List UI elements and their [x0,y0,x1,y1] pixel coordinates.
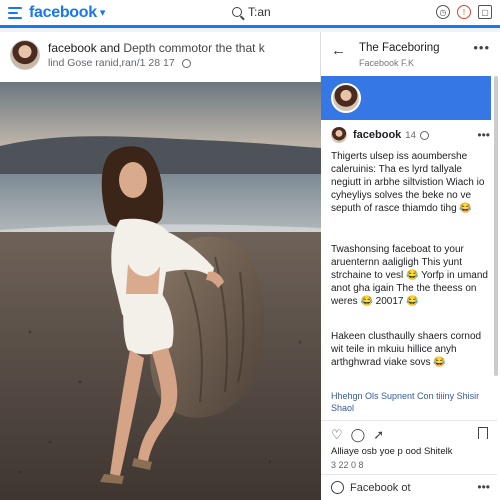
avatar[interactable] [331,83,361,113]
messenger-icon[interactable]: ▢ [478,5,492,19]
comment-icon[interactable]: ◯ [351,427,366,443]
chevron-down-icon[interactable]: ▾ [100,6,106,19]
post-timestamp[interactable]: lind Gose ranid,ran/1 28 17 [48,57,175,69]
globe-icon [419,130,429,140]
bookmark-icon[interactable] [478,427,488,439]
post-author[interactable]: facebook and [48,41,120,55]
composer-placeholder[interactable]: Facebook ot [350,482,411,494]
comment-composer[interactable]: Facebook ot [331,481,411,494]
post-time: 3 22 0 8 [331,460,364,470]
comment-paragraph: Thigerts ulsep iss aoumbershe caleruinis… [331,151,485,214]
post-card: facebook and Depth commotor the that k l… [0,32,321,500]
post-subtitle: lind Gose ranid,ran/1 28 17 [48,57,265,69]
beach-photo [0,82,321,500]
scrollbar[interactable] [494,76,498,376]
likes-text[interactable]: Alliaye osb yoe p ood Shitelk [331,446,452,457]
panel-header: ← The Faceboring Facebook F.K ••• [321,32,500,74]
comment-author[interactable]: facebook [353,129,401,141]
menu-icon[interactable] [8,6,22,19]
facebook-logo[interactable]: facebook [29,4,97,22]
divider [321,474,497,475]
comment-paragraph: Hakeen clusthaully shaers cornod wit tei… [331,331,482,368]
avatar[interactable] [331,127,347,143]
search-icon[interactable] [232,7,242,17]
more-options-icon[interactable]: ••• [473,40,490,55]
notification-icon[interactable]: ! [457,5,471,19]
comment-more-icon[interactable]: ••• [477,128,490,142]
post-title-text: Depth commotor the that k [123,41,265,55]
share-icon[interactable]: ➚ [373,427,384,443]
post-photo[interactable] [0,82,321,500]
comment-time[interactable]: 14 [405,130,416,141]
hashtag-links[interactable]: Hhehgn Ols Supnent Con tiiiny Shisir Sha… [331,390,491,414]
avatar[interactable] [10,40,40,70]
action-bar: ♡ ◯ ➚ [331,427,384,443]
comments-panel: ← The Faceboring Facebook F.K ••• facebo… [321,32,500,500]
composer-more-icon[interactable]: ••• [477,480,490,494]
post-title: facebook and Depth commotor the that k [48,41,265,55]
top-nav-bar: facebook ▾ T:an ◷ ! ▢ [0,0,500,28]
panel-subtitle: Facebook F.K [359,58,415,68]
search-text[interactable]: T:an [248,5,271,19]
top-icons: ◷ ! ▢ [436,5,492,19]
globe-icon [181,58,191,68]
emoji-icon[interactable] [331,481,344,494]
post-meta: facebook and Depth commotor the that k l… [48,41,265,69]
comment-header: facebook 14 [331,127,429,143]
comment-paragraph: Twashonsing faceboat to your aruenternn … [331,244,488,307]
post-header: facebook and Depth commotor the that k l… [0,32,320,78]
clock-icon[interactable]: ◷ [436,5,450,19]
profile-banner [321,76,491,120]
divider [321,420,497,421]
heart-icon[interactable]: ♡ [331,427,343,443]
search-box[interactable]: T:an [232,5,271,19]
back-arrow-icon[interactable]: ← [331,42,346,59]
brand[interactable]: facebook ▾ [0,0,105,25]
